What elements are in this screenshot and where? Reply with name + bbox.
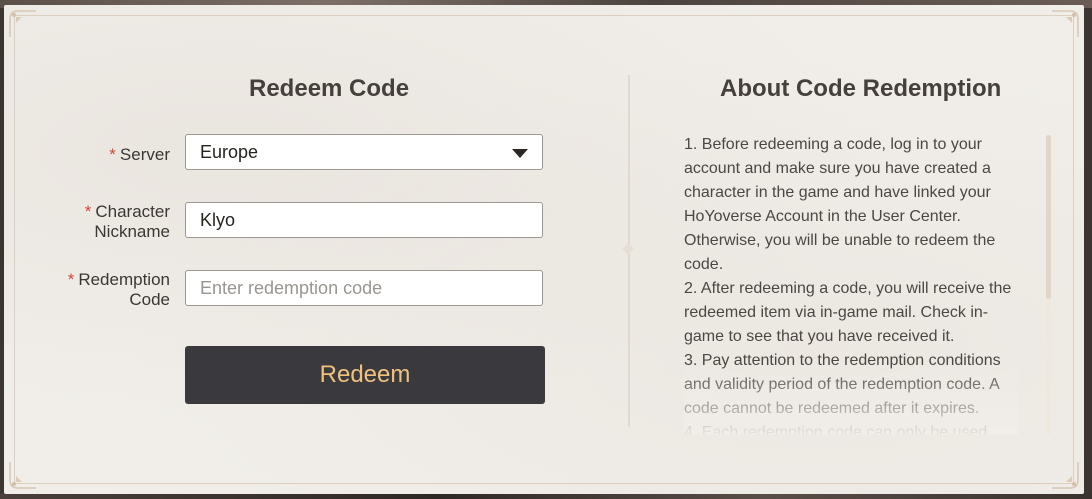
scrollbar-track[interactable] <box>1046 135 1051 435</box>
required-mark: * <box>109 145 116 164</box>
redemption-code-input[interactable]: Enter redemption code <box>185 270 543 306</box>
corner-ornament-icon <box>1050 460 1080 490</box>
required-mark: * <box>84 202 92 221</box>
server-select[interactable]: Europe <box>185 134 543 170</box>
divider-ornament <box>622 243 634 255</box>
redeem-code-title: Redeem Code <box>249 75 410 102</box>
info-paragraph: 3. Pay attention to the redemption condi… <box>684 352 1001 417</box>
about-code-redemption-title: About Code Redemption <box>720 75 1002 102</box>
info-paragraph: 4. Each redemption code can only be used <box>684 424 988 435</box>
server-label: * Server <box>109 145 170 164</box>
character-nickname-label: * Character Nickname <box>84 202 170 241</box>
required-mark: * <box>67 270 75 289</box>
scrollbar-thumb[interactable] <box>1046 135 1051 299</box>
corner-ornament-icon <box>8 460 38 490</box>
server-select-value: Europe <box>200 141 259 162</box>
redeem-code-panel: Redeem Code * Server Europe * Character Ni… <box>4 5 1084 494</box>
redeem-button[interactable]: Redeem <box>185 346 545 404</box>
redemption-code-placeholder: Enter redemption code <box>200 277 383 298</box>
redemption-info-scroll-area[interactable]: 1. Before redeeming a code, log in to yo… <box>684 133 1018 435</box>
character-nickname-value: Klyo <box>200 209 236 230</box>
redemption-info-text: 1. Before redeeming a code, log in to yo… <box>684 133 1018 435</box>
info-paragraph: 2. After redeeming a code, you will rece… <box>684 280 1012 345</box>
corner-ornament-icon <box>8 9 38 39</box>
chevron-down-icon[interactable] <box>512 149 528 158</box>
redemption-code-label: * Redemption Code <box>67 270 170 309</box>
corner-ornament-icon <box>1050 9 1080 39</box>
character-nickname-input[interactable]: Klyo <box>185 202 543 238</box>
info-paragraph: 1. Before redeeming a code, log in to yo… <box>684 136 996 273</box>
